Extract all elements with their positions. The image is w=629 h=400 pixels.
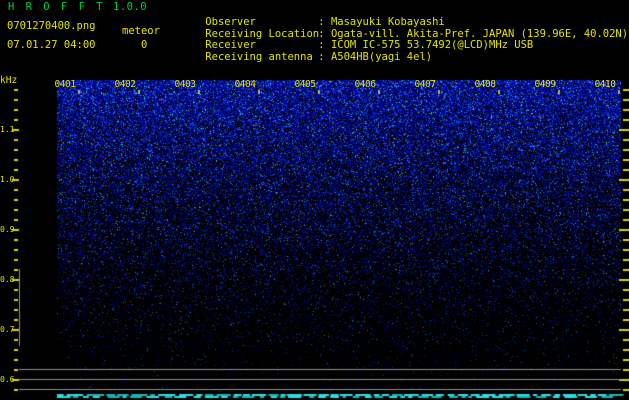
info-row-antenna: Receiving antenna: A504HB(yagi 4el) [180, 41, 432, 74]
time-label: 0408 [474, 79, 496, 90]
info-label: Receiving antenna [205, 51, 313, 63]
app-title: H R O F F T [8, 1, 106, 13]
y-axis-label: 0.7 [0, 325, 15, 334]
time-label: 0407 [414, 79, 436, 90]
y-axis-label: 0.8 [0, 275, 15, 284]
y-axis-unit-label: kHz [0, 75, 18, 86]
y-axis-label: 0.9 [0, 225, 15, 234]
meteor-label: meteor [122, 25, 160, 37]
y-axis-label: 1.0 [0, 175, 15, 184]
app-version: 1.0.0 [113, 1, 148, 13]
info-value: A504HB(yagi 4el) [330, 51, 433, 63]
y-axis-label: 0.6 [0, 375, 15, 384]
hrofft-screen: H R O F F T 1.0.0 0701270400.png meteor … [0, 0, 629, 400]
time-label: 0404 [234, 79, 256, 90]
datetime-label: 07.01.27 04:00 [7, 39, 96, 51]
time-label: 0403 [174, 79, 196, 90]
filename-label: 0701270400.png [7, 20, 96, 32]
time-label: 0406 [354, 79, 376, 90]
meteor-count: 0 [141, 39, 148, 51]
time-label: 0401 [54, 79, 76, 90]
time-label: 0405 [294, 79, 316, 90]
time-label: 0402 [114, 79, 136, 90]
time-label: 0409 [534, 79, 556, 90]
info-colon: : [318, 51, 325, 63]
y-axis-label: 1.1 [0, 125, 15, 134]
time-label: 0410 [594, 79, 616, 90]
